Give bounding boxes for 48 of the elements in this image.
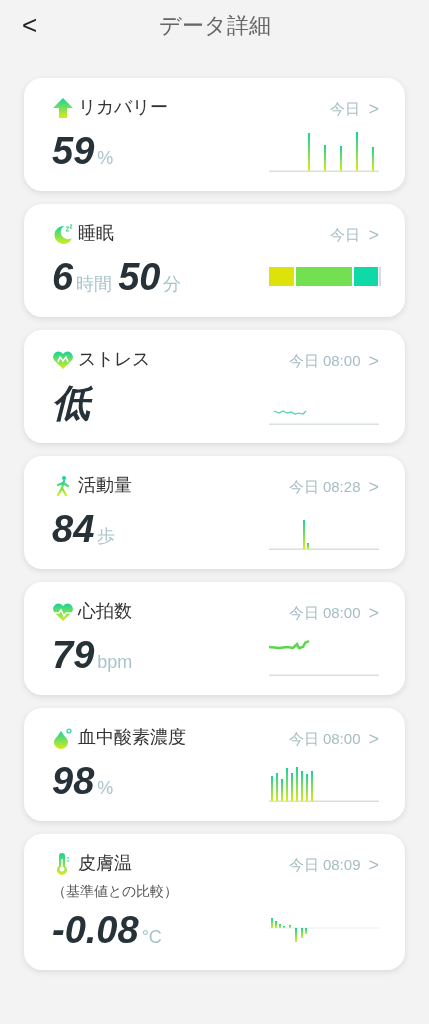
chevron-icon: > [368,348,379,375]
moon-icon [52,222,74,245]
card-title: 血中酸素濃度 [78,726,186,749]
card-title: 活動量 [78,474,132,497]
card-title: リカバリー [78,96,168,119]
time-label: 今日 08:00 [288,729,361,750]
metric-value: 84 [52,507,95,552]
time-label: 今日 [330,99,361,120]
card-title: ストレス [78,348,150,371]
chevron-icon: > [368,96,379,123]
metric-value: 59 [52,129,95,174]
chevron-icon: > [368,600,379,627]
metric-card[interactable]: 睡眠 今日 > 6時間 50分 [24,204,405,317]
unit-label: % [97,777,114,800]
metric-card[interactable]: 活動量 今日 08:28 > 84歩 [24,456,405,569]
unit-label: 分 [163,273,182,296]
chevron-icon: > [368,222,379,249]
metric-value: 50 [118,255,161,300]
metric-value: -0.08 [52,908,139,953]
time-label: 今日 08:00 [288,603,361,624]
chevron-icon: > [368,474,379,501]
time-label: 今日 08:28 [288,477,361,498]
metric-value: 6 [52,255,74,300]
metric-value: 79 [52,633,95,678]
drop-icon [52,726,74,749]
back-button[interactable]: < [22,6,38,45]
card-title: 皮膚温 [78,852,132,875]
chevron-icon: > [368,726,379,753]
arrow-up-icon [52,96,74,119]
time-label: 今日 08:09 [288,855,361,876]
unit-label: bpm [97,651,133,674]
unit-label: 時間 [76,273,113,296]
metric-card[interactable]: 心拍数 今日 08:00 > 79bpm [24,582,405,695]
time-label: 今日 [330,225,361,246]
unit-label: 歩 [97,525,116,548]
metric-card[interactable]: ストレス 今日 08:00 > 低 [24,330,405,443]
card-title: 睡眠 [78,222,114,245]
unit-label: °C [141,926,162,949]
card-subtitle: （基準値との比較） [52,882,178,901]
time-label: 今日 08:00 [288,351,361,372]
card-title: 心拍数 [78,600,132,623]
unit-label: % [97,147,114,170]
metric-value: 98 [52,759,95,804]
metric-card[interactable]: 皮膚温 （基準値との比較） 今日 08:09 > -0.08°C [24,834,405,970]
page-title: データ詳細 [158,11,271,40]
chevron-icon: > [368,852,379,879]
metric-card[interactable]: リカバリー 今日 > 59% [24,78,405,191]
metric-card[interactable]: 血中酸素濃度 今日 08:00 > 98% [24,708,405,821]
